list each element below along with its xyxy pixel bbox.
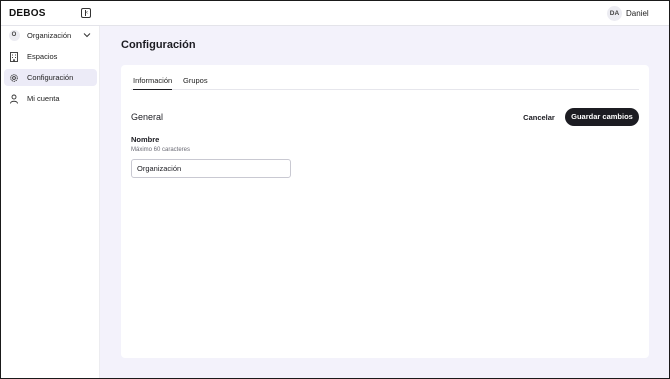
top-bar: DEBOS ‹ DA Daniel (1, 1, 669, 26)
settings-card: Información Grupos General Cancelar Guar… (121, 65, 649, 358)
sidebar-item-configuracion[interactable]: Configuración (4, 69, 97, 86)
app-logo: DEBOS (9, 8, 46, 19)
org-selector[interactable]: O Organización (4, 27, 97, 44)
app-window: DEBOS ‹ DA Daniel O Organización Espacio… (0, 0, 670, 379)
main-content: Configuración Información Grupos General… (100, 26, 669, 378)
sidebar-item-label: Configuración (27, 73, 74, 82)
page-title: Configuración (121, 39, 196, 51)
name-input[interactable] (131, 159, 291, 178)
building-icon (7, 50, 21, 64)
user-menu[interactable]: DA Daniel (607, 6, 649, 21)
sidebar-item-espacios[interactable]: Espacios (4, 48, 97, 65)
sidebar-item-mi-cuenta[interactable]: Mi cuenta (4, 90, 97, 107)
cancel-button[interactable]: Cancelar (519, 109, 559, 126)
save-button[interactable]: Guardar cambios (565, 108, 639, 126)
sidebar-item-label: Espacios (27, 52, 58, 61)
tab-bar: Información Grupos (131, 73, 639, 90)
org-badge-wrap: O (7, 29, 21, 43)
tab-grupos[interactable]: Grupos (183, 76, 208, 90)
sidebar-collapse-icon[interactable]: ‹ (81, 8, 91, 18)
sidebar: O Organización Espacios Configuración Mi… (1, 26, 100, 378)
tab-informacion[interactable]: Información (133, 76, 173, 90)
user-name: Daniel (626, 9, 649, 18)
gear-icon (7, 71, 21, 85)
chevron-down-icon (83, 33, 91, 38)
name-field-hint: Máximo 60 caracteres (131, 147, 191, 153)
sidebar-item-label: Mi cuenta (27, 94, 60, 103)
org-badge: O (8, 30, 20, 41)
name-field-label: Nombre (131, 135, 160, 144)
section-title: General (131, 112, 164, 122)
user-icon (7, 92, 21, 106)
org-selector-label: Organización (27, 31, 72, 40)
avatar: DA (607, 6, 622, 21)
